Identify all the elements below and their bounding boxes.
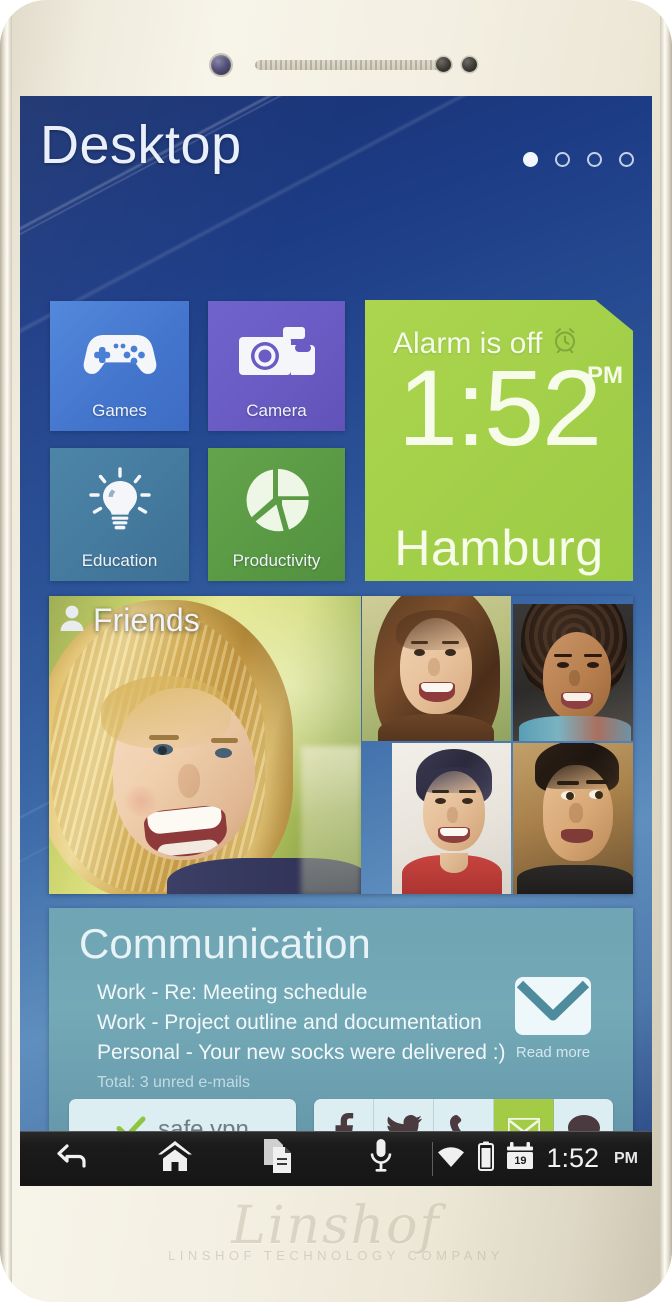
friends-photo-grid	[362, 596, 633, 894]
read-more-button[interactable]: Read more	[501, 976, 605, 1061]
brand-logo-script: Linshof	[231, 1196, 441, 1256]
back-icon	[55, 1143, 89, 1174]
read-more-label: Read more	[515, 1044, 591, 1061]
recents-icon	[262, 1139, 294, 1178]
home-button[interactable]	[123, 1131, 226, 1186]
friend-photo-1[interactable]	[362, 596, 511, 741]
status-bar-time: 1:52	[546, 1143, 599, 1173]
tile-label: Camera	[246, 401, 307, 420]
friend-photo-3[interactable]	[392, 743, 511, 894]
tile-label: Games	[92, 401, 147, 420]
home-icon	[157, 1140, 193, 1177]
friend-photo-large[interactable]	[49, 596, 361, 894]
status-bar-ampm: PM	[614, 1149, 638, 1167]
clock-city: Hamburg	[394, 520, 604, 576]
camera-icon	[208, 301, 345, 401]
tile-label: Education	[81, 551, 158, 570]
device-top-bezel	[0, 0, 672, 96]
page-dot-3[interactable]	[587, 152, 602, 167]
friends-widget[interactable]: Friends	[49, 596, 633, 894]
home-header: Desktop	[20, 96, 652, 196]
wifi-icon	[436, 1144, 466, 1173]
calendar-icon: 19	[506, 1142, 534, 1175]
microphone-button[interactable]	[329, 1131, 432, 1186]
email-item[interactable]: Work - Re: Meeting schedule	[97, 978, 527, 1008]
piechart-icon	[208, 448, 345, 551]
page-indicator[interactable]	[523, 152, 634, 167]
page-title: Desktop	[40, 115, 242, 175]
gamepad-icon	[50, 301, 189, 401]
android-navigation-bar: 19 1:52 PM	[20, 1131, 652, 1186]
email-list[interactable]: Work - Re: Meeting schedule Work - Proje…	[97, 978, 527, 1092]
tile-education[interactable]: Education	[50, 448, 189, 581]
communication-title: Communication	[79, 920, 371, 967]
back-button[interactable]	[20, 1131, 123, 1186]
nav-button-group	[20, 1131, 432, 1186]
battery-icon	[478, 1141, 495, 1176]
clock-ampm: PM	[587, 362, 623, 389]
email-item[interactable]: Personal - Your new socks were delivered…	[97, 1038, 527, 1068]
tile-games[interactable]: Games	[50, 301, 189, 431]
device-branding: Linshof LINSHOF TECHNOLOGY COMPANY	[0, 1196, 672, 1263]
front-camera-icon	[211, 55, 231, 75]
clock-widget[interactable]: Alarm is off 1:52 PM Hamburg	[365, 300, 633, 581]
phone-device: Desktop Games Camera Education Productiv…	[0, 0, 672, 1302]
email-item[interactable]: Work - Project outline and documentation	[97, 1008, 527, 1038]
friends-label: Friends	[93, 602, 200, 638]
envelope-icon	[514, 977, 592, 1040]
calendar-day-label: 19	[514, 1155, 527, 1167]
earpiece-speaker-grille	[255, 60, 453, 70]
friend-photo-4[interactable]	[513, 743, 633, 894]
tile-productivity[interactable]: Productivity	[208, 448, 345, 581]
friend-photo-2[interactable]	[513, 604, 633, 741]
person-icon	[59, 604, 85, 637]
page-dot-1[interactable]	[523, 152, 538, 167]
tile-label: Productivity	[232, 551, 321, 570]
lightbulb-icon	[50, 448, 189, 551]
page-dot-4[interactable]	[619, 152, 634, 167]
unread-total: Total: 3 unred e-mails	[97, 1074, 250, 1091]
phone-screen: Desktop Games Camera Education Productiv…	[20, 96, 652, 1186]
clock-time: 1:52	[397, 347, 602, 468]
brand-subtitle: LINSHOF TECHNOLOGY COMPANY	[168, 1248, 504, 1263]
microphone-icon	[370, 1139, 392, 1178]
status-indicators: 19 1:52 PM	[433, 1131, 652, 1186]
tile-camera[interactable]: Camera	[208, 301, 345, 431]
proximity-sensor-icon	[436, 57, 451, 72]
page-dot-2[interactable]	[555, 152, 570, 167]
recents-button[interactable]	[226, 1131, 329, 1186]
light-sensor-icon	[462, 57, 477, 72]
friends-badge: Friends	[59, 602, 200, 639]
